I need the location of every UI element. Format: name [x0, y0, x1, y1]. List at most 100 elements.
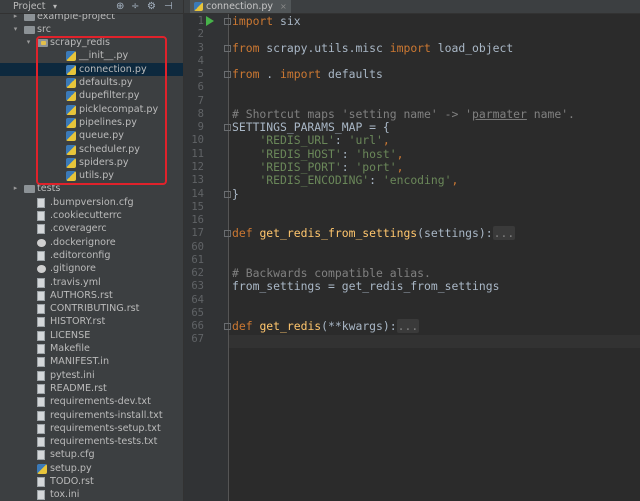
text-file-icon	[37, 357, 45, 368]
code-line: def get_redis_from_settings(settings):..…	[232, 226, 516, 241]
line-number: 1	[197, 15, 204, 27]
tree-file-req-dev[interactable]: requirements-dev.txt	[0, 395, 183, 408]
code-token: 'REDIS_ENCODING'	[259, 173, 370, 188]
text-file-icon	[37, 277, 45, 288]
locate-file-icon[interactable]: ⊕	[116, 0, 124, 13]
code-token: 'url'	[348, 133, 383, 148]
tree-item-label: requirements-install.txt	[50, 409, 163, 421]
fold-marker-icon[interactable]	[224, 323, 231, 331]
tree-item-label: setup.cfg	[50, 449, 95, 461]
code-token: import	[389, 40, 431, 55]
chevron-down-icon[interactable]: ▾	[11, 23, 20, 36]
fold-marker-icon[interactable]	[224, 190, 231, 198]
code-token: (settings):	[417, 226, 493, 241]
chevron-down-icon[interactable]: ▾	[53, 0, 57, 13]
ignore-file-icon	[37, 265, 46, 274]
line-number: 61	[191, 253, 204, 266]
tab-connection-py[interactable]: connection.py ×	[190, 0, 291, 13]
folder-icon	[24, 25, 35, 34]
code-token: 'REDIS_PORT'	[259, 159, 342, 174]
text-file-icon	[37, 410, 45, 421]
code-line: def get_redis(**kwargs):...	[232, 319, 420, 334]
text-file-icon	[37, 383, 45, 394]
tree-file-setup-cfg[interactable]: setup.cfg	[0, 448, 183, 461]
text-file-icon	[37, 317, 45, 328]
code-editor[interactable]	[229, 14, 640, 501]
project-view-title[interactable]: Project	[13, 0, 46, 13]
fold-marker-icon[interactable]	[224, 18, 231, 25]
text-file-icon	[37, 224, 45, 235]
line-number: 60	[191, 240, 204, 253]
code-line: # Backwards compatible alias.	[232, 267, 431, 280]
collapse-all-icon[interactable]: ÷	[131, 0, 139, 13]
tree-file-req-tests[interactable]: requirements-tests.txt	[0, 435, 183, 448]
tree-file-bumpversion[interactable]: .bumpversion.cfg	[0, 196, 183, 209]
folded-code-hint[interactable]: ...	[492, 226, 516, 241]
tree-file-manifest[interactable]: MANIFEST.in	[0, 355, 183, 368]
project-panel: Project ▾ ⊕ ÷ ⚙ ⊣ ▸ example-project ▾ src ▾ s…	[0, 0, 184, 501]
tree-file-editorconfig[interactable]: .editorconfig	[0, 249, 183, 262]
tree-file-cookiecutterrc[interactable]: .cookiecutterrc	[0, 209, 183, 222]
run-icon[interactable]	[206, 16, 214, 26]
code-token: :	[369, 173, 383, 188]
python-file-icon	[194, 2, 203, 11]
tree-file-req-setup[interactable]: requirements-setup.txt	[0, 422, 183, 435]
tree-file-travis[interactable]: .travis.yml	[0, 276, 183, 289]
chevron-down-icon[interactable]: ▾	[24, 36, 33, 49]
tree-file-todo[interactable]: TODO.rst	[0, 475, 183, 488]
line-number: 65	[191, 306, 204, 319]
tree-file-authors[interactable]: AUTHORS.rst	[0, 289, 183, 302]
code-line: 'REDIS_ENCODING': 'encoding',	[232, 174, 458, 187]
fold-marker-icon[interactable]	[224, 44, 231, 52]
code-token: 'port'	[355, 159, 397, 174]
tree-item-label: .gitignore	[50, 263, 96, 275]
tree-file-history[interactable]: HISTORY.rst	[0, 315, 183, 328]
fold-marker-icon[interactable]	[224, 124, 231, 132]
tree-item-label: LICENSE	[50, 329, 91, 341]
tree-item-label: .cookiecutterrc	[50, 210, 122, 221]
code-token: get_redis	[259, 319, 322, 334]
line-number: 2	[197, 28, 204, 41]
project-panel-header: Project ▾ ⊕ ÷ ⚙ ⊣	[0, 0, 183, 14]
code-token: 'REDIS_HOST'	[259, 146, 342, 161]
tree-file-readme[interactable]: README.rst	[0, 382, 183, 395]
ignore-file-icon	[37, 238, 46, 247]
line-number: 5	[197, 68, 204, 81]
text-file-icon	[37, 290, 45, 301]
line-number: 14	[191, 187, 204, 200]
tree-file-req-install[interactable]: requirements-install.txt	[0, 409, 183, 422]
folded-code-hint[interactable]: ...	[396, 319, 420, 334]
line-number: 66	[191, 320, 204, 333]
line-number: 11	[191, 147, 204, 160]
hide-panel-icon[interactable]: ⊣	[164, 0, 173, 13]
code-token: # Backwards compatible alias.	[232, 266, 431, 281]
text-file-icon	[37, 344, 45, 354]
tree-file-dockerignore[interactable]: .dockerignore	[0, 236, 183, 249]
code-token: import	[232, 14, 274, 28]
gear-icon[interactable]: ⚙	[147, 0, 156, 13]
close-icon[interactable]: ×	[280, 2, 287, 11]
tree-item-label: tox.ini	[50, 489, 80, 501]
chevron-right-icon[interactable]: ▸	[11, 182, 20, 195]
tree-file-setup-py[interactable]: setup.py	[0, 462, 183, 475]
tree-file-coveragerc[interactable]: .coveragerc	[0, 222, 183, 235]
tree-file-makefile[interactable]: Makefile	[0, 342, 183, 355]
fold-marker-icon[interactable]	[224, 230, 231, 238]
tree-file-tox[interactable]: tox.ini	[0, 488, 183, 501]
tree-folder-src[interactable]: ▾ src	[0, 23, 183, 36]
code-token: from	[232, 40, 260, 55]
tree-file-license[interactable]: LICENSE	[0, 329, 183, 342]
line-number: 15	[191, 200, 204, 213]
text-file-icon	[37, 490, 45, 501]
line-number: 8	[197, 107, 204, 120]
tree-file-contributing[interactable]: CONTRIBUTING.rst	[0, 302, 183, 315]
line-number: 63	[191, 280, 204, 293]
tree-file-pytest-ini[interactable]: pytest.ini	[0, 369, 183, 382]
tree-file-gitignore[interactable]: .gitignore	[0, 262, 183, 275]
code-line: from . import defaults	[232, 67, 383, 81]
fold-marker-icon[interactable]	[224, 71, 231, 79]
code-token: }	[232, 186, 239, 201]
